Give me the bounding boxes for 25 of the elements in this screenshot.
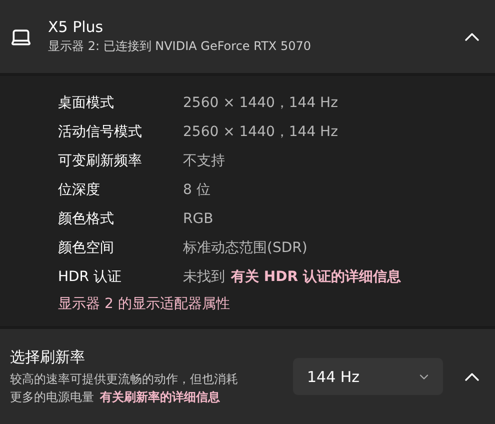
- property-label: 桌面模式: [58, 94, 115, 112]
- chevron-up-icon: [465, 372, 479, 380]
- refresh-rate-title: 选择刷新率: [10, 348, 86, 366]
- refresh-rate-description: 较高的速率可提供更流畅的动作，但也消耗更多的电源电量 有关刷新率的详细信息: [10, 370, 239, 406]
- property-value: 2560 × 1440，144 Hz: [183, 94, 338, 112]
- property-value: 8 位: [183, 180, 210, 198]
- property-label: 颜色格式: [58, 210, 115, 228]
- property-value: 未找到: [183, 268, 225, 286]
- display-header[interactable]: X5 Plus 显示器 2: 已连接到 NVIDIA GeForce RTX 5070: [0, 0, 495, 73]
- property-value: RGB: [183, 210, 214, 226]
- property-label: 可变刷新频率: [58, 152, 143, 170]
- property-label: 位深度: [58, 180, 101, 198]
- refresh-rate-dropdown[interactable]: 144 Hz: [293, 358, 443, 395]
- adapter-properties-link[interactable]: 显示器 2 的显示适配器属性: [58, 295, 495, 313]
- chevron-up-icon: [465, 32, 479, 40]
- property-label: 活动信号模式: [58, 122, 143, 140]
- property-label: 颜色空间: [58, 238, 115, 256]
- refresh-rate-link[interactable]: 有关刷新率的详细信息: [100, 390, 220, 404]
- display-subtitle: 显示器 2: 已连接到 NVIDIA GeForce RTX 5070: [48, 38, 312, 55]
- details-link[interactable]: 有关 HDR 认证的详细信息: [231, 268, 401, 286]
- property-label: HDR 认证: [58, 268, 122, 286]
- property-value: 不支持: [183, 152, 225, 170]
- property-value: 标准动态范围(SDR): [183, 238, 308, 256]
- display-title: X5 Plus: [48, 18, 104, 36]
- property-value: 2560 × 1440，144 Hz: [183, 122, 338, 140]
